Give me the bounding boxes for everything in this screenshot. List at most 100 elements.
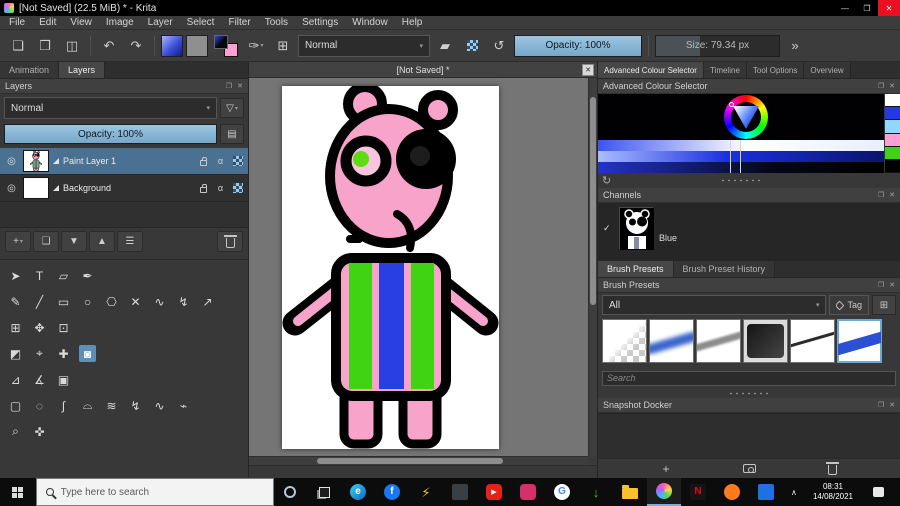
add-layer-button[interactable]: + ▾ bbox=[5, 231, 31, 252]
palette-colour-0[interactable] bbox=[885, 94, 900, 108]
brush-preset-marker[interactable] bbox=[837, 319, 882, 363]
tab-tool-options[interactable]: Tool Options bbox=[746, 62, 805, 78]
document-close-button[interactable]: ✕ bbox=[582, 64, 594, 76]
channel-checkbox[interactable]: ✓ bbox=[603, 223, 613, 234]
opacity-slider[interactable]: Opacity: 100% bbox=[514, 34, 642, 57]
close-docker-icon[interactable]: ✕ bbox=[889, 401, 895, 409]
similar-select-tool[interactable]: ≋ bbox=[103, 397, 120, 414]
layer-visibility-icon[interactable]: ◎ bbox=[4, 156, 19, 167]
magnetic-select-tool[interactable]: ⌁ bbox=[175, 397, 192, 414]
netflix-icon[interactable]: N bbox=[681, 478, 715, 506]
document-canvas[interactable] bbox=[282, 86, 499, 449]
layer-alpha-lock-icon[interactable]: α bbox=[214, 183, 227, 193]
layer-row-background[interactable]: ◎ Background α bbox=[0, 175, 248, 202]
minimize-button[interactable]: — bbox=[834, 0, 856, 16]
hidden-icons-button[interactable]: ∧ bbox=[783, 488, 805, 497]
float-docker-icon[interactable]: ❐ bbox=[878, 191, 884, 199]
color-sampler-tool[interactable]: ⌖ bbox=[31, 345, 48, 362]
pan-tool[interactable]: ✜ bbox=[31, 423, 48, 440]
tab-timeline[interactable]: Timeline bbox=[703, 62, 747, 78]
menu-file[interactable]: File bbox=[2, 16, 32, 30]
float-docker-icon[interactable]: ❐ bbox=[226, 82, 232, 90]
assistants-tool[interactable]: ⊿ bbox=[7, 371, 24, 388]
taskbar-search-input[interactable] bbox=[60, 486, 264, 498]
gradient-strip-light[interactable] bbox=[598, 140, 884, 151]
close-docker-icon[interactable]: ✕ bbox=[889, 82, 895, 90]
close-docker-icon[interactable]: ✕ bbox=[889, 281, 895, 289]
add-snapshot-button[interactable]: + bbox=[651, 460, 681, 478]
blue-app-icon[interactable] bbox=[749, 478, 783, 506]
tab-brush-preset-history[interactable]: Brush Preset History bbox=[673, 261, 776, 277]
shape-select-tool[interactable]: ➤ bbox=[7, 267, 24, 284]
bezier-curve-tool[interactable]: ∿ bbox=[151, 293, 168, 310]
brush-preset-airbrush[interactable] bbox=[649, 319, 694, 363]
fill-tool[interactable]: ◙ bbox=[79, 345, 96, 362]
measure-tool[interactable]: ∡ bbox=[31, 371, 48, 388]
move-layer-up-button[interactable]: ▲ bbox=[89, 231, 115, 252]
path-select-tool[interactable]: ∿ bbox=[151, 397, 168, 414]
layer-row-paint-layer-1[interactable]: ◎ Paint Layer 1 α bbox=[0, 148, 248, 175]
open-document-button[interactable]: ❒ bbox=[33, 34, 57, 58]
dark-app-icon[interactable] bbox=[443, 478, 477, 506]
float-docker-icon[interactable]: ❐ bbox=[878, 281, 884, 289]
menu-help[interactable]: Help bbox=[395, 16, 430, 30]
delete-snapshot-button[interactable] bbox=[817, 460, 847, 478]
file-explorer-icon[interactable] bbox=[613, 478, 647, 506]
contiguous-select-tool[interactable]: ↯ bbox=[127, 397, 144, 414]
take-snapshot-button[interactable] bbox=[734, 460, 764, 478]
redo-button[interactable]: ↷ bbox=[124, 34, 148, 58]
brush-preset-eraser[interactable] bbox=[602, 319, 647, 363]
gradient-strip-blue[interactable] bbox=[598, 151, 884, 162]
reload-preset-button[interactable]: ↺ bbox=[487, 34, 511, 58]
palette-colour-2[interactable] bbox=[885, 120, 900, 134]
menu-settings[interactable]: Settings bbox=[295, 16, 345, 30]
polygon-tool[interactable]: ⎔ bbox=[103, 293, 120, 310]
tag-button[interactable]: Tag bbox=[829, 295, 869, 315]
layer-properties-button[interactable]: ☰ bbox=[117, 231, 143, 252]
krita-icon[interactable] bbox=[646, 478, 681, 506]
menu-edit[interactable]: Edit bbox=[32, 16, 63, 30]
layer-lock-icon[interactable] bbox=[197, 156, 210, 166]
float-docker-icon[interactable]: ❐ bbox=[878, 401, 884, 409]
document-tab[interactable]: [Not Saved] * ✕ bbox=[249, 62, 597, 78]
red-app-icon[interactable] bbox=[511, 478, 545, 506]
orange-app-icon[interactable] bbox=[715, 478, 749, 506]
calligraphy-tool[interactable]: ✒ bbox=[79, 267, 96, 284]
layer-view-properties-button[interactable]: ▤ bbox=[220, 124, 244, 144]
brush-tag-filter-dropdown[interactable]: All ▾ bbox=[602, 295, 827, 315]
colour-selector-area[interactable] bbox=[598, 94, 884, 140]
rect-select-tool[interactable]: ▢ bbox=[7, 397, 24, 414]
edit-shapes-tool[interactable]: ▱ bbox=[55, 267, 72, 284]
text-tool[interactable]: T bbox=[31, 267, 48, 284]
docker-splitter[interactable] bbox=[718, 178, 764, 183]
move-layer-down-button[interactable]: ▼ bbox=[61, 231, 87, 252]
gradient-chooser-button[interactable] bbox=[161, 34, 183, 57]
menu-filter[interactable]: Filter bbox=[221, 16, 257, 30]
start-button[interactable] bbox=[0, 478, 36, 506]
colour-gradient-strips[interactable] bbox=[598, 140, 884, 173]
cortana-button[interactable] bbox=[274, 478, 308, 506]
menu-select[interactable]: Select bbox=[180, 16, 222, 30]
vertical-scrollbar[interactable] bbox=[588, 78, 597, 456]
freehand-select-tool[interactable]: ∫ bbox=[55, 397, 72, 414]
vertical-scrollbar-thumb[interactable] bbox=[590, 96, 596, 305]
transform-tool[interactable]: ⊞ bbox=[7, 319, 24, 336]
layer-visibility-icon[interactable]: ◎ bbox=[4, 183, 19, 194]
float-docker-icon[interactable]: ❐ bbox=[878, 82, 884, 90]
facebook-icon[interactable]: f bbox=[375, 478, 409, 506]
polyline-tool[interactable]: ✕ bbox=[127, 293, 144, 310]
crop-tool[interactable]: ⊡ bbox=[55, 319, 72, 336]
move-tool[interactable]: ✥ bbox=[31, 319, 48, 336]
horizontal-scrollbar[interactable] bbox=[249, 456, 588, 465]
layer-filter-button[interactable]: ▽ ▾ bbox=[220, 98, 244, 118]
downloads-icon[interactable]: ↓ bbox=[579, 478, 613, 506]
taskbar-search[interactable] bbox=[35, 478, 274, 506]
foreground-color-swatch[interactable] bbox=[214, 34, 228, 49]
brush-search-input[interactable] bbox=[602, 370, 896, 386]
tab-advanced-colour-selector[interactable]: Advanced Colour Selector bbox=[598, 62, 704, 78]
foreground-background-colors[interactable] bbox=[213, 34, 239, 58]
polygon-select-tool[interactable]: ⌓ bbox=[79, 397, 96, 414]
toolbar-overflow-button[interactable]: » bbox=[783, 34, 807, 58]
brush-view-mode-button[interactable]: ⊞ bbox=[872, 295, 896, 315]
ellipse-select-tool[interactable]: ◌ bbox=[31, 397, 48, 414]
